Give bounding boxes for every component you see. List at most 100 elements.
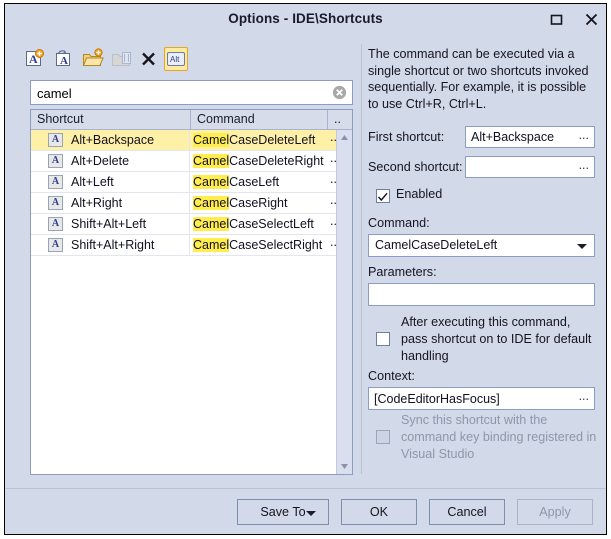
row-command-rest: CaseLeft	[229, 175, 280, 189]
maximize-icon[interactable]	[543, 9, 569, 31]
footer-divider	[5, 488, 606, 489]
list-header-row: Shortcut Command ..	[31, 110, 352, 130]
window-title: Options - IDE\Shortcuts	[228, 11, 383, 26]
list-rows: A Alt+Backspace CamelCaseDeleteLeft .. A…	[31, 130, 336, 474]
copy-shortcut-icon[interactable]: A	[52, 47, 76, 71]
command-dropdown-value: CamelCaseDeleteLeft	[375, 238, 498, 252]
row-extra[interactable]: ..	[328, 214, 336, 234]
first-shortcut-field[interactable]: Alt+Backspace ...	[465, 126, 595, 148]
row-command: CamelCaseDeleteLeft	[193, 130, 325, 150]
row-column-divider	[189, 214, 190, 234]
cancel-button[interactable]: Cancel	[429, 499, 505, 525]
parameters-label: Parameters:	[368, 265, 437, 279]
column-header-extra[interactable]: ..	[328, 110, 352, 129]
scroll-down-arrow-icon[interactable]	[337, 458, 352, 474]
shortcut-type-icon: A	[48, 238, 63, 252]
shortcut-list: Shortcut Command .. A Alt+Backspace Came…	[30, 109, 353, 475]
save-to-button[interactable]: Save To	[237, 499, 329, 525]
table-row[interactable]: A Alt+Delete CamelCaseDeleteRight ..	[31, 151, 336, 172]
row-extra[interactable]: ..	[328, 151, 336, 171]
row-shortcut: Alt+Left	[71, 175, 114, 189]
row-command-rest: CaseSelectLeft	[229, 217, 314, 231]
sync-shortcut-checkbox-label: Sync this shortcut with the command key …	[401, 413, 597, 461]
row-shortcut: Alt+Delete	[71, 154, 130, 168]
row-command: CamelCaseSelectLeft	[193, 214, 325, 234]
chevron-down-icon[interactable]	[306, 511, 316, 516]
delete-x-icon[interactable]	[137, 47, 161, 71]
save-to-button-label: Save To	[260, 505, 306, 519]
row-shortcut: Alt+Right	[71, 196, 123, 210]
search-match-highlight: Camel	[193, 238, 230, 252]
second-shortcut-field[interactable]: ...	[465, 156, 595, 178]
apply-button: Apply	[517, 499, 593, 525]
row-command-rest: CaseDeleteLeft	[229, 133, 316, 147]
table-row[interactable]: A Alt+Right CamelCaseRight ..	[31, 193, 336, 214]
panel-divider	[361, 44, 362, 474]
svg-text:Alt: Alt	[170, 55, 180, 64]
parameters-field[interactable]	[368, 283, 595, 306]
search-match-highlight: Camel	[193, 175, 230, 189]
first-shortcut-label: First shortcut:	[368, 130, 445, 144]
new-shortcut-icon[interactable]: A	[23, 47, 47, 71]
table-row[interactable]: A Shift+Alt+Right CamelCaseSelectRight .…	[31, 235, 336, 256]
context-value: [CodeEditorHasFocus]	[374, 392, 500, 406]
row-shortcut: Alt+Backspace	[71, 133, 155, 147]
options-dialog: Options - IDE\Shortcuts A A Alt camel Sh…	[4, 3, 607, 535]
title-bar: Options - IDE\Shortcuts	[5, 4, 606, 35]
row-shortcut: Shift+Alt+Left	[71, 217, 147, 231]
list-scrollbar[interactable]	[336, 130, 352, 474]
row-command-rest: CaseRight	[229, 196, 288, 210]
ok-button[interactable]: OK	[341, 499, 417, 525]
search-input[interactable]	[37, 84, 327, 102]
context-label: Context:	[368, 369, 415, 383]
shortcut-details-panel: The command can be executed via a single…	[366, 44, 598, 474]
clear-circle-icon[interactable]	[332, 85, 347, 100]
command-label: Command:	[368, 216, 430, 230]
row-command: CamelCaseSelectRight	[193, 235, 325, 255]
checkmark-icon	[377, 192, 388, 202]
shortcut-type-icon: A	[48, 154, 63, 168]
context-browse-button[interactable]: ...	[579, 389, 589, 404]
shortcut-type-icon: A	[48, 217, 63, 231]
second-shortcut-browse-button[interactable]: ...	[579, 158, 589, 173]
column-header-shortcut[interactable]: Shortcut	[31, 110, 191, 129]
table-row[interactable]: A Alt+Left CamelCaseLeft ..	[31, 172, 336, 193]
first-shortcut-value: Alt+Backspace	[471, 130, 555, 144]
search-box[interactable]	[30, 80, 353, 105]
row-column-divider	[189, 193, 190, 213]
row-column-divider	[189, 130, 190, 150]
search-match-highlight: Camel	[193, 133, 230, 147]
search-match-highlight: Camel	[193, 154, 230, 168]
row-command-rest: CaseDeleteRight	[229, 154, 324, 168]
svg-text:A: A	[60, 55, 68, 67]
scroll-up-arrow-icon[interactable]	[337, 130, 352, 146]
row-extra[interactable]: ..	[328, 193, 336, 213]
shortcut-toolbar: A A Alt	[23, 47, 353, 73]
pass-shortcut-checkbox-label: After executing this command, pass short…	[401, 315, 592, 363]
description-text: The command can be executed via a single…	[368, 47, 589, 111]
enabled-checkbox-label: Enabled	[396, 187, 443, 201]
row-shortcut: Shift+Alt+Right	[71, 238, 155, 252]
row-command: CamelCaseDeleteRight	[193, 151, 325, 171]
second-shortcut-label: Second shortcut:	[368, 160, 463, 174]
search-match-highlight: Camel	[193, 217, 230, 231]
enabled-checkbox-box[interactable]	[376, 189, 390, 203]
export-icon[interactable]	[110, 47, 134, 71]
close-icon[interactable]	[578, 9, 604, 31]
command-dropdown[interactable]: CamelCaseDeleteLeft	[368, 234, 595, 257]
row-extra[interactable]: ..	[328, 130, 336, 150]
row-command-rest: CaseSelectRight	[229, 238, 323, 252]
table-row[interactable]: A Alt+Backspace CamelCaseDeleteLeft ..	[31, 130, 336, 151]
row-extra[interactable]: ..	[328, 235, 336, 255]
pass-shortcut-checkbox-box[interactable]	[376, 332, 390, 346]
row-command: CamelCaseRight	[193, 193, 325, 213]
open-folder-icon[interactable]	[81, 47, 105, 71]
row-extra[interactable]: ..	[328, 172, 336, 192]
table-row[interactable]: A Shift+Alt+Left CamelCaseSelectLeft ..	[31, 214, 336, 235]
first-shortcut-browse-button[interactable]: ...	[579, 128, 589, 143]
alt-key-icon[interactable]: Alt	[164, 47, 188, 71]
shortcut-type-icon: A	[48, 175, 63, 189]
chevron-down-icon[interactable]	[577, 244, 587, 249]
column-header-command[interactable]: Command	[191, 110, 328, 129]
context-field[interactable]: [CodeEditorHasFocus] ...	[368, 387, 595, 410]
